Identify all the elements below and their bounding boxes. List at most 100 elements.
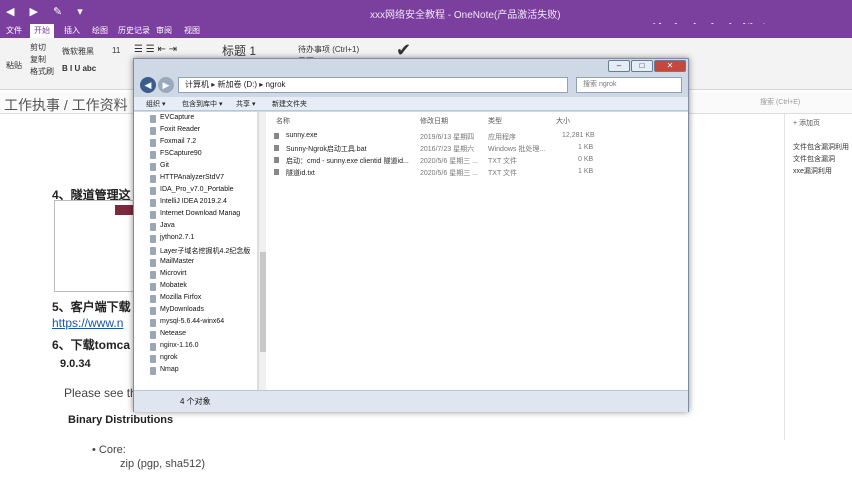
nav-folder[interactable]: Nmap <box>150 366 179 377</box>
nav-folder[interactable]: Foxmail 7.2 <box>150 138 196 149</box>
file-row[interactable]: sunny.exe 2019/6/13 星期四 应用程序 12,281 KB <box>266 130 688 142</box>
folder-icon <box>150 211 156 219</box>
exe-icon <box>274 133 279 139</box>
copy-button[interactable]: 复制 <box>30 54 46 65</box>
organize-button[interactable]: 组织 ▾ <box>146 99 165 109</box>
onenote-titlebar: ◀ ▶ ✎ ▾ xxx网络安全教程 - OneNote(产品激活失败) 网络安全… <box>0 0 852 42</box>
folder-icon <box>150 331 156 339</box>
core-bullet: • Core: <box>92 444 126 456</box>
paste-button[interactable]: 粘贴 <box>6 60 22 71</box>
file-type: TXT 文件 <box>488 170 518 177</box>
nav-folder[interactable]: Internet Download Manag <box>150 210 240 221</box>
add-page-button[interactable]: + 添加页 <box>793 118 820 128</box>
crumb-ngrok[interactable]: ngrok <box>266 80 286 89</box>
nav-folder[interactable]: jython2.7.1 <box>150 234 194 245</box>
nav-folder[interactable]: Layer子域名挖掘机4.2纪念版 <box>150 246 250 257</box>
nav-folder[interactable]: IntelliJ IDEA 2019.2.4 <box>150 198 227 209</box>
nav-folder[interactable]: Git <box>150 162 169 173</box>
ribbon-tabs: 文件 开始 插入 绘图 历史记录 审阅 视图 <box>0 24 852 38</box>
nav-folder[interactable]: Java <box>150 222 175 233</box>
page-item[interactable]: xxe漏洞利用 <box>793 166 832 176</box>
nav-folder[interactable]: Netease <box>150 330 186 341</box>
font-size-select[interactable]: 11 <box>112 46 120 55</box>
heading-style[interactable]: 标题 1 <box>222 42 256 59</box>
version-text: 9.0.34 <box>60 358 91 370</box>
minimize-button[interactable]: – <box>608 60 630 72</box>
nav-folder[interactable]: FSCapture90 <box>150 150 202 161</box>
page-item[interactable]: 文件包含漏洞利用 <box>793 142 849 152</box>
folder-icon <box>150 271 156 279</box>
share-button[interactable]: 共享 ▾ <box>236 99 255 109</box>
new-folder-button[interactable]: 新建文件夹 <box>272 99 307 109</box>
nav-folder[interactable]: nginx-1.16.0 <box>150 342 199 353</box>
page-item[interactable]: 文件包含漏洞 <box>793 154 835 164</box>
tab-home[interactable]: 开始 <box>30 24 54 38</box>
col-name-header[interactable]: 名称 <box>276 116 290 126</box>
tab-draw[interactable]: 绘图 <box>92 25 108 36</box>
col-date-header[interactable]: 修改日期 <box>420 116 448 126</box>
col-type-header[interactable]: 类型 <box>488 116 502 126</box>
nav-folder[interactable]: MyDownloads <box>150 306 204 317</box>
object-count: 4 个对象 <box>180 397 211 406</box>
page-list: + 添加页 文件包含漏洞利用 文件包含漏洞 xxe漏洞利用 <box>784 114 852 480</box>
nav-folder[interactable]: mysql-5.6.44-winx64 <box>150 318 224 329</box>
note-heading-5: 5、客户端下载 <box>52 300 131 314</box>
nav-folder[interactable]: Mobatek <box>150 282 187 293</box>
file-size: 1 KB <box>578 144 594 151</box>
format-painter-button[interactable]: 格式刷 <box>30 66 54 77</box>
explorer-search-input[interactable]: 搜索 ngrok <box>576 77 682 93</box>
cut-button[interactable]: 剪切 <box>30 42 46 53</box>
file-type: Windows 批处理... <box>488 146 546 153</box>
nav-folder[interactable]: MailMaster <box>150 258 194 269</box>
status-bar: 4 个对象 <box>134 390 688 412</box>
folder-icon <box>150 115 156 123</box>
font-select[interactable]: 微软雅黑 <box>62 46 94 57</box>
nav-folder[interactable]: IDA_Pro_v7.0_Portable <box>150 186 234 197</box>
tab-file[interactable]: 文件 <box>6 25 22 36</box>
col-size-header[interactable]: 大小 <box>556 116 570 126</box>
todo-tag[interactable]: 待办事项 (Ctrl+1) <box>298 44 359 55</box>
tab-history[interactable]: 历史记录 <box>118 25 150 36</box>
close-button[interactable]: ✕ <box>654 60 686 72</box>
nav-folder[interactable]: Microvirt <box>150 270 186 281</box>
file-row[interactable]: Sunny-Ngrok启动工具.bat 2016/7/23 星期六 Window… <box>266 142 688 154</box>
file-name: sunny.exe <box>286 132 318 139</box>
back-icon[interactable]: ◀ <box>140 77 156 93</box>
folder-icon <box>150 223 156 231</box>
txt-icon <box>274 169 279 175</box>
navigation-pane: EVCapture Foxit Reader Foxmail 7.2 FSCap… <box>134 112 258 390</box>
bat-icon <box>274 145 279 151</box>
forward-icon[interactable]: ▶ <box>158 77 174 93</box>
nav-folder-selected[interactable]: ngrok <box>150 354 178 365</box>
nav-folder[interactable]: HTTPAnalyzerStdV7 <box>150 174 224 185</box>
note-search-input[interactable]: 搜索 (Ctrl+E) <box>760 97 800 107</box>
list-buttons[interactable]: ☰ ☰ ⇤ ⇥ <box>134 44 177 55</box>
address-bar[interactable]: 计算机 ▸ 新加卷 (D:) ▸ ngrok <box>178 77 568 93</box>
nav-folder[interactable]: Mozilla Firfox <box>150 294 201 305</box>
file-row[interactable]: 隧道id.txt 2020/5/6 星期三 ... TXT 文件 1 KB <box>266 166 688 178</box>
quick-access-icons[interactable]: ◀ ▶ ✎ ▾ <box>6 5 89 18</box>
folder-icon <box>150 139 156 147</box>
tab-insert[interactable]: 插入 <box>64 25 80 36</box>
file-date: 2019/6/13 星期四 <box>420 134 475 141</box>
explorer-window: – □ ✕ ◀ ▶ 计算机 ▸ 新加卷 (D:) ▸ ngrok 搜索 ngro… <box>133 58 689 412</box>
breadcrumb[interactable]: 工作执事 / 工作资料 <box>4 95 128 115</box>
file-name: Sunny-Ngrok启动工具.bat <box>286 146 367 153</box>
note-link[interactable]: https://www.n <box>52 316 123 330</box>
zip-link[interactable]: zip (pgp, sha512) <box>120 458 205 470</box>
file-row[interactable]: 启动：cmd - sunny.exe clientid 隧道id... 2020… <box>266 154 688 166</box>
tab-view[interactable]: 视图 <box>184 25 200 36</box>
address-row: ◀ ▶ 计算机 ▸ 新加卷 (D:) ▸ ngrok 搜索 ngrok <box>138 75 686 95</box>
crumb-computer[interactable]: 计算机 <box>185 80 209 89</box>
crumb-drive[interactable]: 新加卷 (D:) <box>217 80 257 89</box>
window-title: xxx网络安全教程 - OneNote(产品激活失败) <box>370 10 561 21</box>
file-date: 2016/7/23 星期六 <box>420 146 475 153</box>
tab-review[interactable]: 审阅 <box>156 25 172 36</box>
bold-button[interactable]: B I U abc <box>62 64 96 73</box>
nav-folder[interactable]: Foxit Reader <box>150 126 200 137</box>
nav-scrollbar[interactable] <box>258 112 266 390</box>
maximize-button[interactable]: □ <box>631 60 653 72</box>
file-list: 名称 修改日期 类型 大小 sunny.exe 2019/6/13 星期四 应用… <box>266 112 688 390</box>
nav-folder[interactable]: EVCapture <box>150 114 194 125</box>
include-library-button[interactable]: 包含到库中 ▾ <box>182 99 222 109</box>
